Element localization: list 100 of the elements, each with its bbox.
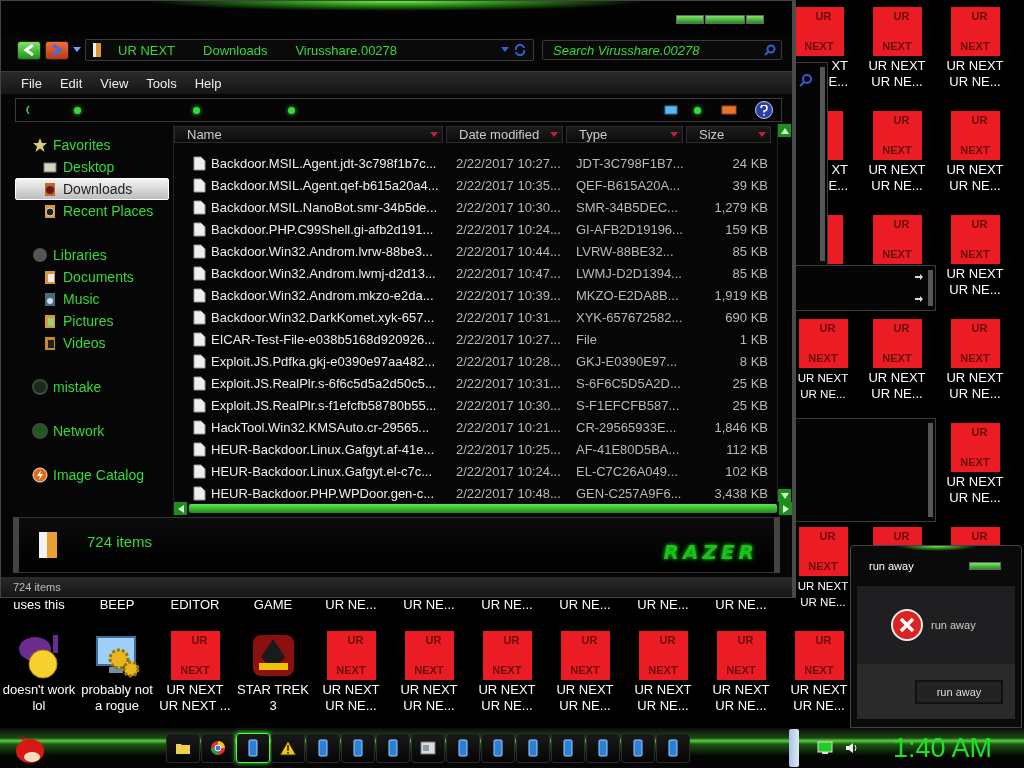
column-header[interactable]: Type xyxy=(566,126,683,143)
app-icon xyxy=(528,739,538,757)
close-button[interactable] xyxy=(746,14,764,24)
icon-label: UR NE... xyxy=(325,597,377,613)
shortcut-tile[interactable] xyxy=(828,111,843,160)
search-icon[interactable] xyxy=(764,44,776,56)
menu-item[interactable]: Help xyxy=(186,75,230,91)
music-icon xyxy=(42,291,58,307)
file-name[interactable]: Backdoor.PHP.C99Shell.gi-afb2d191... xyxy=(211,221,434,237)
file-name[interactable]: Exploit.JS.RealPlr.s-6f6c5d5a2d50c5... xyxy=(211,375,436,391)
forward-button[interactable] xyxy=(45,40,69,60)
file-name[interactable]: Backdoor.Win32.Androm.lvrw-88be3... xyxy=(211,243,433,259)
file-name[interactable]: Exploit.JS.Pdfka.gkj-e0390e97aa482... xyxy=(211,353,436,369)
taskbar-button[interactable] xyxy=(516,733,550,763)
taskbar-button[interactable] xyxy=(166,733,200,763)
clock[interactable]: 1:40 AM xyxy=(892,732,992,764)
icon-label: XT E... xyxy=(828,58,848,90)
table-cell-text: 1,846 KB xyxy=(713,419,768,435)
icon-label: UR NEXT UR NE... xyxy=(478,682,536,714)
file-name[interactable]: Backdoor.Win32.Androm.mkzo-e2da... xyxy=(211,287,434,303)
scroll-down-button[interactable] xyxy=(778,489,791,502)
taskbar-button[interactable] xyxy=(481,733,515,763)
recent-icon xyxy=(42,203,58,219)
column-header[interactable]: Date modified xyxy=(446,126,563,143)
sidebar-item[interactable]: Image Catalog xyxy=(31,464,169,486)
file-name[interactable]: HEUR-Backdoor.Linux.Gafgyt.el-c7c... xyxy=(211,463,433,479)
sidebar-item[interactable]: Libraries xyxy=(31,244,169,266)
column-header[interactable]: Size xyxy=(686,126,771,143)
menu-item[interactable]: Edit xyxy=(51,75,91,91)
taskbar-button[interactable] xyxy=(306,733,340,763)
minimize-button[interactable] xyxy=(676,14,704,24)
sidebar-item[interactable]: Recent Places xyxy=(15,200,169,222)
taskbar-button[interactable] xyxy=(411,733,445,763)
column-header[interactable]: Name xyxy=(174,126,443,143)
taskbar-button[interactable] xyxy=(551,733,585,763)
taskbar-button[interactable] xyxy=(621,733,655,763)
icon-label: UR NEXT UR NE... xyxy=(797,371,849,402)
refresh-icon[interactable] xyxy=(513,43,527,57)
shortcut-tile[interactable] xyxy=(828,215,843,264)
file-name[interactable]: Backdoor.Win32.Androm.lwmj-d2d13... xyxy=(211,265,436,281)
file-icon xyxy=(192,287,206,303)
sidebar-item[interactable]: Downloads xyxy=(15,178,169,200)
taskbar-button[interactable] xyxy=(341,733,375,763)
sidebar-item[interactable]: Music xyxy=(15,288,169,310)
sidebar-item[interactable]: Pictures xyxy=(15,310,169,332)
table-cell-text: S-F1EFCFB587... xyxy=(575,397,681,413)
table-cell-text: AF-41E80D5BA... xyxy=(575,441,681,457)
scroll-left-button[interactable] xyxy=(174,502,187,515)
file-name[interactable]: EICAR-Test-File-e038b5168d920926... xyxy=(211,331,436,347)
caret-icon[interactable] xyxy=(501,47,509,53)
table-cell-text: QEF-B615A20A... xyxy=(575,177,682,193)
address-bar[interactable]: UR NEXT Downloads Virusshare.00278 xyxy=(85,39,534,61)
taskbar-button[interactable] xyxy=(201,733,235,763)
breadcrumb-link[interactable]: Virusshare.00278 xyxy=(283,42,410,58)
file-name[interactable]: Backdoor.MSIL.NanoBot.smr-34b5de... xyxy=(211,199,438,215)
breadcrumb-link[interactable]: UR NEXT xyxy=(106,42,188,58)
scroll-thumb[interactable] xyxy=(189,504,777,513)
help-button[interactable] xyxy=(755,101,773,119)
dialog-button[interactable]: run away xyxy=(915,679,1003,704)
breadcrumb-link[interactable]: Downloads xyxy=(191,42,280,58)
speaker-icon[interactable] xyxy=(844,741,859,755)
sidebar-item[interactable]: Desktop xyxy=(15,156,169,178)
arrow-icon[interactable] xyxy=(915,295,923,303)
file-name[interactable]: HEUR-Backdoor.Linux.Gafgyt.af-41e... xyxy=(211,441,435,457)
sidebar-item[interactable]: Documents xyxy=(15,266,169,288)
scrollbar[interactable] xyxy=(777,124,792,502)
sidebar-item[interactable]: Network xyxy=(31,420,169,442)
icon-label: EDITOR xyxy=(170,597,220,613)
back-button[interactable] xyxy=(17,40,41,60)
icon-label: UR NEXT UR NE... xyxy=(797,579,849,610)
arrow-icon[interactable] xyxy=(915,273,923,281)
file-name[interactable]: Exploit.JS.RealPlr.s-f1efcfb58780b55... xyxy=(211,397,437,413)
taskbar-button[interactable] xyxy=(656,733,690,763)
menu-item[interactable]: View xyxy=(92,75,137,91)
taskbar-button[interactable] xyxy=(586,733,620,763)
taskbar-button[interactable] xyxy=(271,733,305,763)
table-cell-text: 1 KB xyxy=(738,331,768,347)
taskbar-button[interactable] xyxy=(446,733,480,763)
file-name[interactable]: Backdoor.Win32.DarkKomet.xyk-657... xyxy=(211,309,435,325)
disc-icon xyxy=(32,247,48,263)
sidebar-item[interactable]: Videos xyxy=(15,332,169,354)
maximize-button[interactable] xyxy=(705,14,745,24)
screen-icon[interactable] xyxy=(664,105,678,115)
caret-icon[interactable] xyxy=(73,47,81,53)
file-name[interactable]: HackTool.Win32.KMSAuto.cr-29565... xyxy=(211,419,430,435)
file-name[interactable]: HEUR-Backdoor.PHP.WPDoor.gen-c... xyxy=(211,485,434,501)
tray-scrollbar[interactable] xyxy=(788,729,799,767)
scroll-up-button[interactable] xyxy=(778,124,791,137)
menu-item[interactable]: File xyxy=(13,75,50,91)
scroll-right-button[interactable] xyxy=(779,502,792,515)
app-icon xyxy=(318,739,328,757)
file-name[interactable]: Backdoor.MSIL.Agent.qef-b615a20a4... xyxy=(211,177,439,193)
taskbar-button[interactable] xyxy=(376,733,410,763)
menu-item[interactable]: Tools xyxy=(138,75,185,91)
monitor-icon[interactable] xyxy=(816,741,833,755)
search-field[interactable]: Search Virusshare.00278 xyxy=(542,40,782,60)
sidebar-item[interactable]: mistake xyxy=(31,376,169,398)
sidebar-item[interactable]: Favorites xyxy=(31,134,169,156)
file-name[interactable]: Backdoor.MSIL.Agent.jdt-3c798f1b7c... xyxy=(211,155,437,171)
pane-icon[interactable] xyxy=(721,105,737,115)
